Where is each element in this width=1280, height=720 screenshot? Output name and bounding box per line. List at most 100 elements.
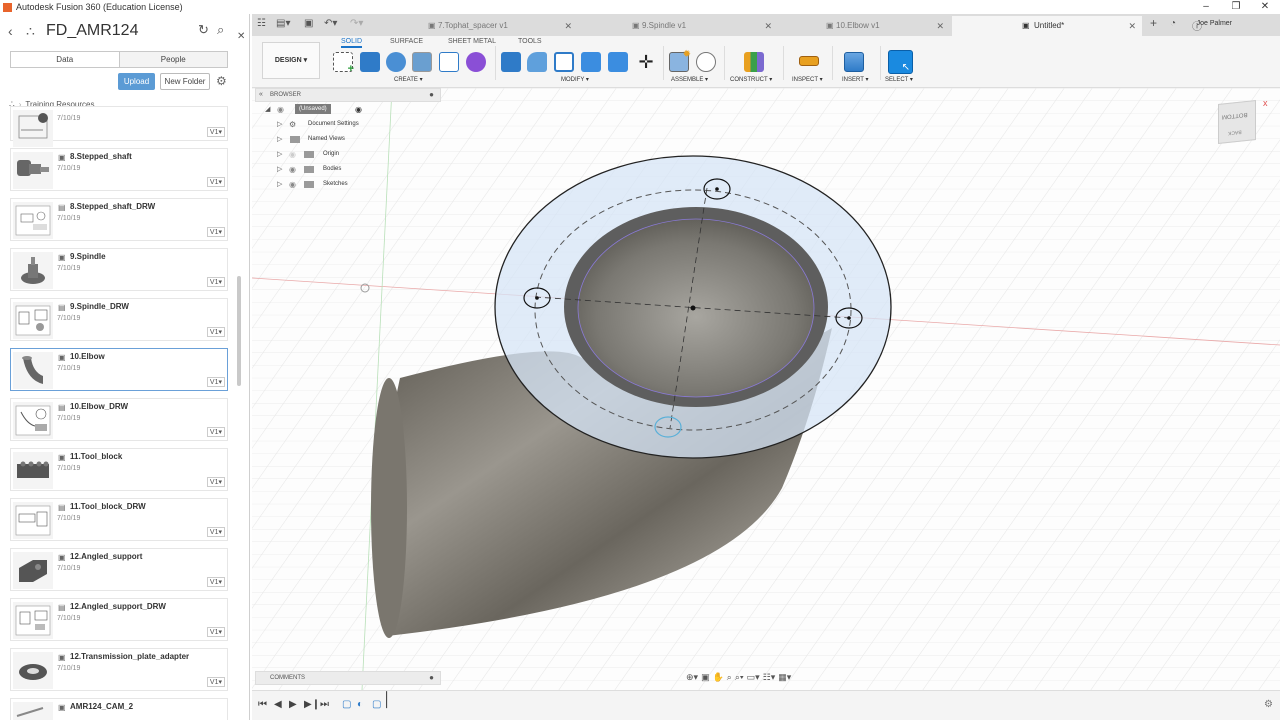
workspace-selector[interactable]: DESIGN ▾ — [262, 42, 320, 79]
save-icon[interactable]: ▣ — [304, 18, 313, 29]
list-item[interactable]: ▣ 9.Spindle 7/10/19 V1▾ — [10, 248, 228, 291]
browser-item-bodies[interactable]: ▷ ◉ Bodies — [255, 162, 441, 177]
version-badge[interactable]: V1▾ — [206, 627, 225, 637]
view-cube[interactable]: BOTTOM BACK — [1218, 100, 1256, 144]
timeline-revolve-icon[interactable]: ◐ — [357, 699, 363, 710]
tab-tophat-spacer[interactable]: ▣ 7.Tophat_spacer v1 ✕ — [380, 16, 578, 36]
new-tab-icon[interactable]: + — [1150, 16, 1157, 30]
play-icon[interactable]: ▶ — [289, 699, 297, 710]
version-badge[interactable]: V1▾ — [206, 477, 225, 487]
refresh-icon[interactable]: ↻ — [198, 22, 209, 38]
select-icon[interactable]: ↖ — [888, 50, 913, 74]
search-icon[interactable]: ⌕ — [217, 22, 224, 38]
go-to-start-icon[interactable]: ⏮ — [258, 699, 267, 710]
zoom-icon[interactable]: ⌕ — [727, 672, 732, 686]
orbit-icon[interactable]: ⊕▾ — [686, 672, 698, 686]
combine-icon[interactable] — [581, 52, 601, 72]
upload-button[interactable]: Upload — [118, 73, 155, 90]
expand-arrow-icon[interactable]: ▷ — [277, 177, 282, 192]
visibility-icon[interactable]: ◉ — [289, 162, 296, 177]
tab-sheet-metal[interactable]: SHEET METAL — [448, 38, 496, 45]
version-badge[interactable]: V1▾ — [206, 277, 225, 287]
version-badge[interactable]: V1▾ — [206, 327, 225, 337]
browser-options-icon[interactable]: ● — [429, 89, 434, 101]
activate-radio-icon[interactable]: ◉ — [355, 102, 362, 117]
split-body-icon[interactable] — [608, 52, 628, 72]
create-menu[interactable]: CREATE ▾ — [394, 76, 423, 83]
move-copy-icon[interactable]: ✛ — [636, 52, 656, 72]
back-arrow-icon[interactable]: ‹ — [8, 23, 22, 39]
version-badge[interactable]: V1▾ — [206, 527, 225, 537]
timeline-sketch-icon[interactable]: ▢ — [342, 699, 351, 710]
tab-solid[interactable]: SOLID — [341, 38, 363, 48]
visibility-icon[interactable]: ◉ — [289, 177, 296, 192]
browser-item-document-settings[interactable]: ▷ ⚙ Document Settings — [255, 117, 441, 132]
rectangular-pattern-icon[interactable] — [439, 52, 459, 72]
browser-item-sketches[interactable]: ▷ ◉ Sketches — [255, 177, 441, 192]
flange-sketch[interactable] — [494, 155, 892, 459]
browser-item-origin[interactable]: ▷ ◉ Origin — [255, 147, 441, 162]
shell-icon[interactable] — [554, 52, 574, 72]
file-list-scrollbar[interactable] — [237, 276, 241, 386]
comments-panel[interactable]: COMMENTS ● — [255, 671, 441, 685]
list-item[interactable]: ▣ 10.Elbow 7/10/19 V1▾ — [10, 348, 228, 391]
new-folder-button[interactable]: New Folder — [160, 73, 210, 90]
press-pull-icon[interactable] — [501, 52, 521, 72]
close-data-panel-icon[interactable]: ✕ — [237, 31, 245, 42]
timeline-sketch-icon[interactable]: ▢ — [372, 699, 381, 710]
user-name[interactable]: Joe Palmer — [1197, 20, 1232, 27]
step-back-icon[interactable]: ◀ — [274, 699, 282, 710]
viewports-icon[interactable]: ▦▾ — [778, 672, 791, 686]
insert-menu[interactable]: INSERT ▾ — [842, 76, 868, 83]
collapse-browser-icon[interactable]: « — [259, 89, 263, 101]
version-badge[interactable]: V1▾ — [206, 227, 225, 237]
hole-icon[interactable] — [412, 52, 432, 72]
expand-arrow-icon[interactable]: ▷ — [277, 132, 282, 147]
assemble-menu[interactable]: ASSEMBLE ▾ — [671, 76, 708, 83]
file-menu-icon[interactable]: ▤▾ — [276, 18, 290, 29]
go-to-end-icon[interactable]: ⏭ — [320, 699, 329, 710]
tab-elbow[interactable]: ▣ 10.Elbow v1 ✕ — [780, 16, 950, 36]
browser-root[interactable]: ◢ ◉ (Unsaved) ◉ — [255, 102, 441, 117]
close-tab-icon[interactable]: ✕ — [764, 16, 772, 36]
list-item[interactable]: ▤ 10.Elbow_DRW 7/10/19 V1▾ — [10, 398, 228, 441]
create-form-icon[interactable] — [466, 52, 486, 72]
list-item[interactable]: 7/10/19 V1▾ — [10, 106, 228, 147]
step-forward-icon[interactable]: ▶❙ — [304, 699, 320, 710]
clock-icon[interactable]: ◔ — [1170, 18, 1176, 29]
version-badge[interactable]: V1▾ — [206, 127, 225, 137]
list-item[interactable]: ▤ 9.Spindle_DRW 7/10/19 V1▾ — [10, 298, 228, 341]
fit-icon[interactable]: ⌕▾ — [735, 672, 744, 686]
list-item[interactable]: ▣ 12.Angled_support 7/10/19 V1▾ — [10, 548, 228, 591]
tab-untitled[interactable]: ▣ Untitled* ✕ — [952, 16, 1142, 36]
expand-arrow-icon[interactable]: ◢ — [265, 102, 270, 117]
extrude-icon[interactable] — [360, 52, 380, 72]
tab-tools[interactable]: TOOLS — [518, 38, 542, 45]
insert-canvas-icon[interactable] — [844, 52, 864, 72]
modify-menu[interactable]: MODIFY ▾ — [561, 76, 589, 83]
undo-icon[interactable]: ↶▾ — [324, 18, 337, 29]
timeline-settings-icon[interactable]: ⚙ — [1264, 699, 1273, 710]
tab-data[interactable]: Data — [11, 52, 120, 67]
inspect-menu[interactable]: INSPECT ▾ — [792, 76, 823, 83]
list-item[interactable]: ▣ 8.Stepped_shaft 7/10/19 V1▾ — [10, 148, 228, 191]
fillet-icon[interactable] — [527, 52, 547, 72]
minimize-button[interactable]: – — [1191, 0, 1221, 14]
offset-plane-icon[interactable] — [744, 52, 764, 72]
grid-settings-icon[interactable]: ☷▾ — [763, 672, 776, 686]
visibility-icon[interactable]: ◉ — [289, 147, 296, 162]
list-item[interactable]: ▣ 11.Tool_block 7/10/19 V1▾ — [10, 448, 228, 491]
browser-item-named-views[interactable]: ▷ Named Views — [255, 132, 441, 147]
display-settings-icon[interactable]: ▭▾ — [747, 672, 760, 686]
visibility-icon[interactable]: ◉ — [277, 102, 284, 117]
maximize-button[interactable]: ❐ — [1221, 0, 1251, 14]
select-menu[interactable]: SELECT ▾ — [885, 76, 913, 83]
measure-icon[interactable] — [799, 56, 819, 66]
tab-people[interactable]: People — [119, 52, 227, 67]
list-item[interactable]: ▣ AMR124_CAM_2 — [10, 698, 228, 720]
pan-icon[interactable]: ✋ — [713, 672, 724, 686]
version-badge[interactable]: V1▾ — [206, 677, 225, 687]
grid-menu-icon[interactable]: ☷ — [257, 18, 266, 29]
list-item[interactable]: ▤ 11.Tool_block_DRW 7/10/19 V1▾ — [10, 498, 228, 541]
timeline-marker-icon[interactable]: │ — [383, 691, 392, 707]
